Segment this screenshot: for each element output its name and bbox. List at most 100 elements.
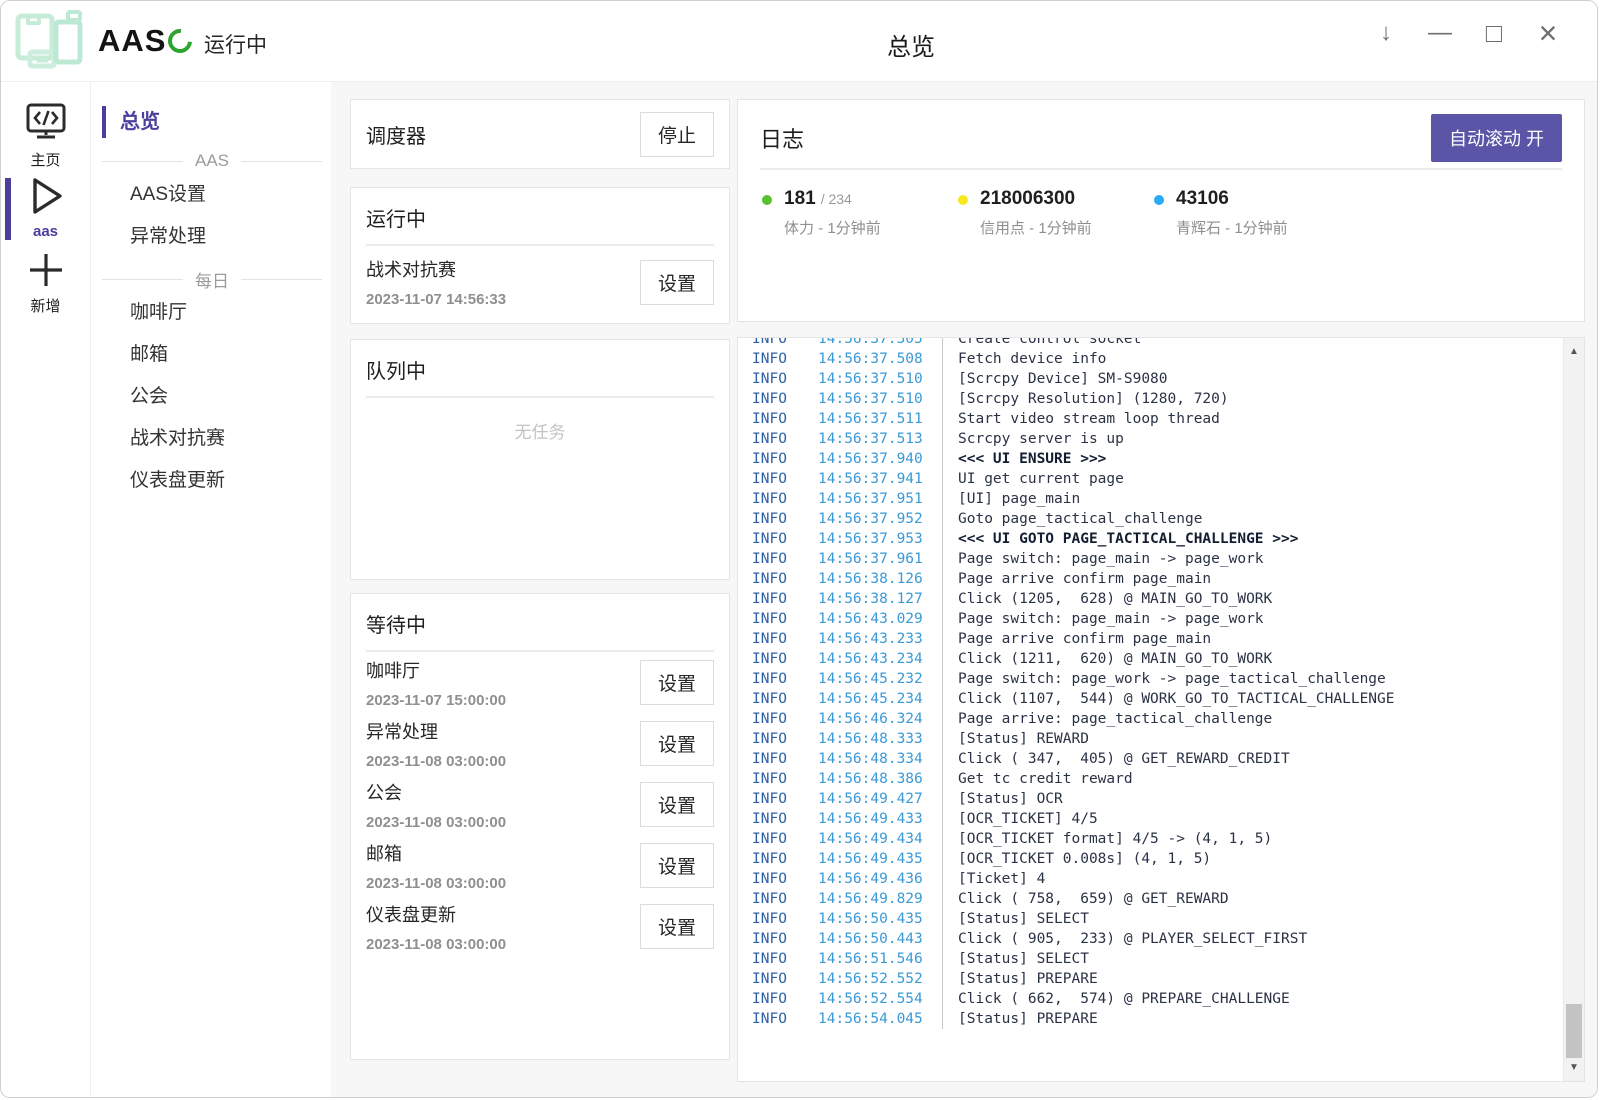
log-line: INFO 14:56:52.552 [Status] PREPARE	[738, 969, 1562, 989]
log-line: INFO 14:56:54.045 [Status] PREPARE	[738, 1009, 1562, 1029]
running-settings-button[interactable]: 设置	[640, 260, 714, 305]
log-level: INFO	[738, 909, 818, 929]
log-line: INFO 14:56:37.513 Scrcpy server is up	[738, 429, 1562, 449]
waiting-task-row: 仪表盘更新 2023-11-08 03:00:00 设置	[366, 896, 714, 957]
waiting-settings-button[interactable]: 设置	[640, 660, 714, 705]
log-message: [OCR_TICKET 0.008s] (4, 1, 5)	[942, 849, 1562, 869]
sidebar-item[interactable]: 邮箱	[92, 334, 331, 376]
stat-label: 青辉石 - 1分钟前	[1176, 217, 1350, 238]
divider	[366, 396, 714, 398]
log-line: INFO 14:56:37.510 [Scrcpy Resolution] (1…	[738, 389, 1562, 409]
log-line: INFO 14:56:43.234 Click (1211, 620) @ MA…	[738, 649, 1562, 669]
log-message: Click ( 347, 405) @ GET_REWARD_CREDIT	[942, 749, 1562, 769]
log-header-card: 日志 自动滚动 开 181/ 234 体力 - 1分钟前 218006300	[737, 99, 1585, 322]
log-level: INFO	[738, 529, 818, 549]
sidebar-list-aas: AAS设置 异常处理	[92, 174, 331, 258]
log-level: INFO	[738, 949, 818, 969]
maximize-icon[interactable]: □	[1479, 11, 1509, 55]
sidebar-item[interactable]: AAS设置	[92, 174, 331, 216]
log-message: [UI] page_main	[942, 489, 1562, 509]
log-timestamp: 14:56:50.443	[818, 929, 942, 949]
log-message: Get tc credit reward	[942, 769, 1562, 789]
sidebar-item[interactable]: 公会	[92, 376, 331, 418]
rail-item-add[interactable]: 新增	[1, 252, 90, 316]
waiting-list: 咖啡厅 2023-11-07 15:00:00 设置 异常处理 2023-11-…	[366, 652, 714, 957]
log-line: INFO 14:56:43.029 Page switch: page_main…	[738, 609, 1562, 629]
log-line: INFO 14:56:37.961 Page switch: page_main…	[738, 549, 1562, 569]
log-message: Page switch: page_main -> page_work	[942, 609, 1562, 629]
waiting-settings-button[interactable]: 设置	[640, 782, 714, 827]
log-message: [Status] SELECT	[942, 949, 1562, 969]
rail-label-home: 主页	[1, 149, 90, 170]
code-monitor-icon	[25, 102, 67, 142]
scheduler-title: 调度器	[366, 120, 426, 149]
log-lines: INFO 14:56:37.505 Create control socket …	[738, 337, 1562, 1029]
log-line: INFO 14:56:49.435 [OCR_TICKET 0.008s] (4…	[738, 849, 1562, 869]
rail-label-add: 新增	[1, 295, 90, 316]
log-level: INFO	[738, 669, 818, 689]
waiting-title: 等待中	[366, 609, 714, 638]
log-line: INFO 14:56:46.324 Page arrive: page_tact…	[738, 709, 1562, 729]
sidebar-item-overview[interactable]: 总览	[102, 106, 160, 138]
scrollbar-thumb[interactable]	[1566, 1004, 1582, 1058]
waiting-settings-button[interactable]: 设置	[640, 843, 714, 888]
resource-stats: 181/ 234 体力 - 1分钟前 218006300 信用点 - 1分钟前 …	[760, 170, 1562, 238]
waiting-settings-button[interactable]: 设置	[640, 721, 714, 766]
sidebar-menu: 总览 AAS AAS设置 异常处理 每日 咖啡厅 邮箱 公会 战术对抗赛	[92, 82, 331, 1097]
log-line: INFO 14:56:49.434 [OCR_TICKET format] 4/…	[738, 829, 1562, 849]
sidebar-item[interactable]: 战术对抗赛	[92, 418, 331, 460]
scroll-up-icon[interactable]: ▲	[1564, 346, 1584, 357]
sidebar-item[interactable]: 异常处理	[92, 216, 331, 258]
rail-item-aas[interactable]: aas	[1, 176, 90, 240]
sidebar-item[interactable]: 咖啡厅	[92, 292, 331, 334]
waiting-task-row: 公会 2023-11-08 03:00:00 设置	[366, 774, 714, 835]
waiting-settings-button[interactable]: 设置	[640, 904, 714, 949]
log-level: INFO	[738, 369, 818, 389]
log-level: INFO	[738, 337, 818, 349]
log-level: INFO	[738, 989, 818, 1009]
waiting-task-name: 邮箱	[366, 840, 506, 866]
waiting-task-name: 咖啡厅	[366, 657, 506, 683]
sidebar-section-daily: 每日	[102, 270, 322, 288]
log-message: Page arrive confirm page_main	[942, 629, 1562, 649]
log-timestamp: 14:56:49.433	[818, 809, 942, 829]
log-timestamp: 14:56:38.127	[818, 589, 942, 609]
log-message: Start video stream loop thread	[942, 409, 1562, 429]
log-message: [Status] SELECT	[942, 909, 1562, 929]
resource-stat: 218006300 信用点 - 1分钟前	[958, 188, 1154, 238]
autoscroll-toggle-button[interactable]: 自动滚动 开	[1431, 114, 1562, 162]
log-timestamp: 14:56:54.045	[818, 1009, 942, 1029]
log-level: INFO	[738, 509, 818, 529]
sidebar-item[interactable]: 仪表盘更新	[92, 460, 331, 502]
log-timestamp: 14:56:45.232	[818, 669, 942, 689]
log-level: INFO	[738, 869, 818, 889]
waiting-task-row: 邮箱 2023-11-08 03:00:00 设置	[366, 835, 714, 896]
queue-card: 队列中 无任务	[350, 339, 730, 580]
log-timestamp: 14:56:37.510	[818, 389, 942, 409]
log-level: INFO	[738, 729, 818, 749]
log-panel: INFO 14:56:37.505 Create control socket …	[737, 337, 1585, 1082]
log-line: INFO 14:56:49.427 [Status] OCR	[738, 789, 1562, 809]
waiting-task-row: 咖啡厅 2023-11-07 15:00:00 设置	[366, 652, 714, 713]
close-icon[interactable]: ×	[1533, 11, 1563, 55]
log-message: Fetch device info	[942, 349, 1562, 369]
log-timestamp: 14:56:50.435	[818, 909, 942, 929]
scroll-down-icon[interactable]: ▼	[1564, 1062, 1584, 1073]
sidebar-list-daily: 咖啡厅 邮箱 公会 战术对抗赛 仪表盘更新	[92, 292, 331, 502]
stat-value: 218006300	[980, 188, 1075, 209]
log-timestamp: 14:56:37.952	[818, 509, 942, 529]
log-scrollbar[interactable]: ▲ ▼	[1563, 338, 1584, 1081]
waiting-task-time: 2023-11-08 03:00:00	[366, 753, 506, 770]
rail-item-home[interactable]: 主页	[1, 102, 90, 170]
log-timestamp: 14:56:38.126	[818, 569, 942, 589]
download-icon[interactable]: ↓	[1371, 11, 1401, 55]
log-message: [OCR_TICKET format] 4/5 -> (4, 1, 5)	[942, 829, 1562, 849]
stat-label: 信用点 - 1分钟前	[980, 217, 1154, 238]
log-line: INFO 14:56:37.941 UI get current page	[738, 469, 1562, 489]
log-line: INFO 14:56:37.951 [UI] page_main	[738, 489, 1562, 509]
log-line: INFO 14:56:50.435 [Status] SELECT	[738, 909, 1562, 929]
minimize-icon[interactable]: —	[1425, 11, 1455, 55]
app-window: AAS 运行中 总览 ↓ — □ × 主页 aas	[0, 0, 1598, 1098]
log-timestamp: 14:56:37.505	[818, 337, 942, 349]
stop-button[interactable]: 停止	[640, 112, 714, 157]
